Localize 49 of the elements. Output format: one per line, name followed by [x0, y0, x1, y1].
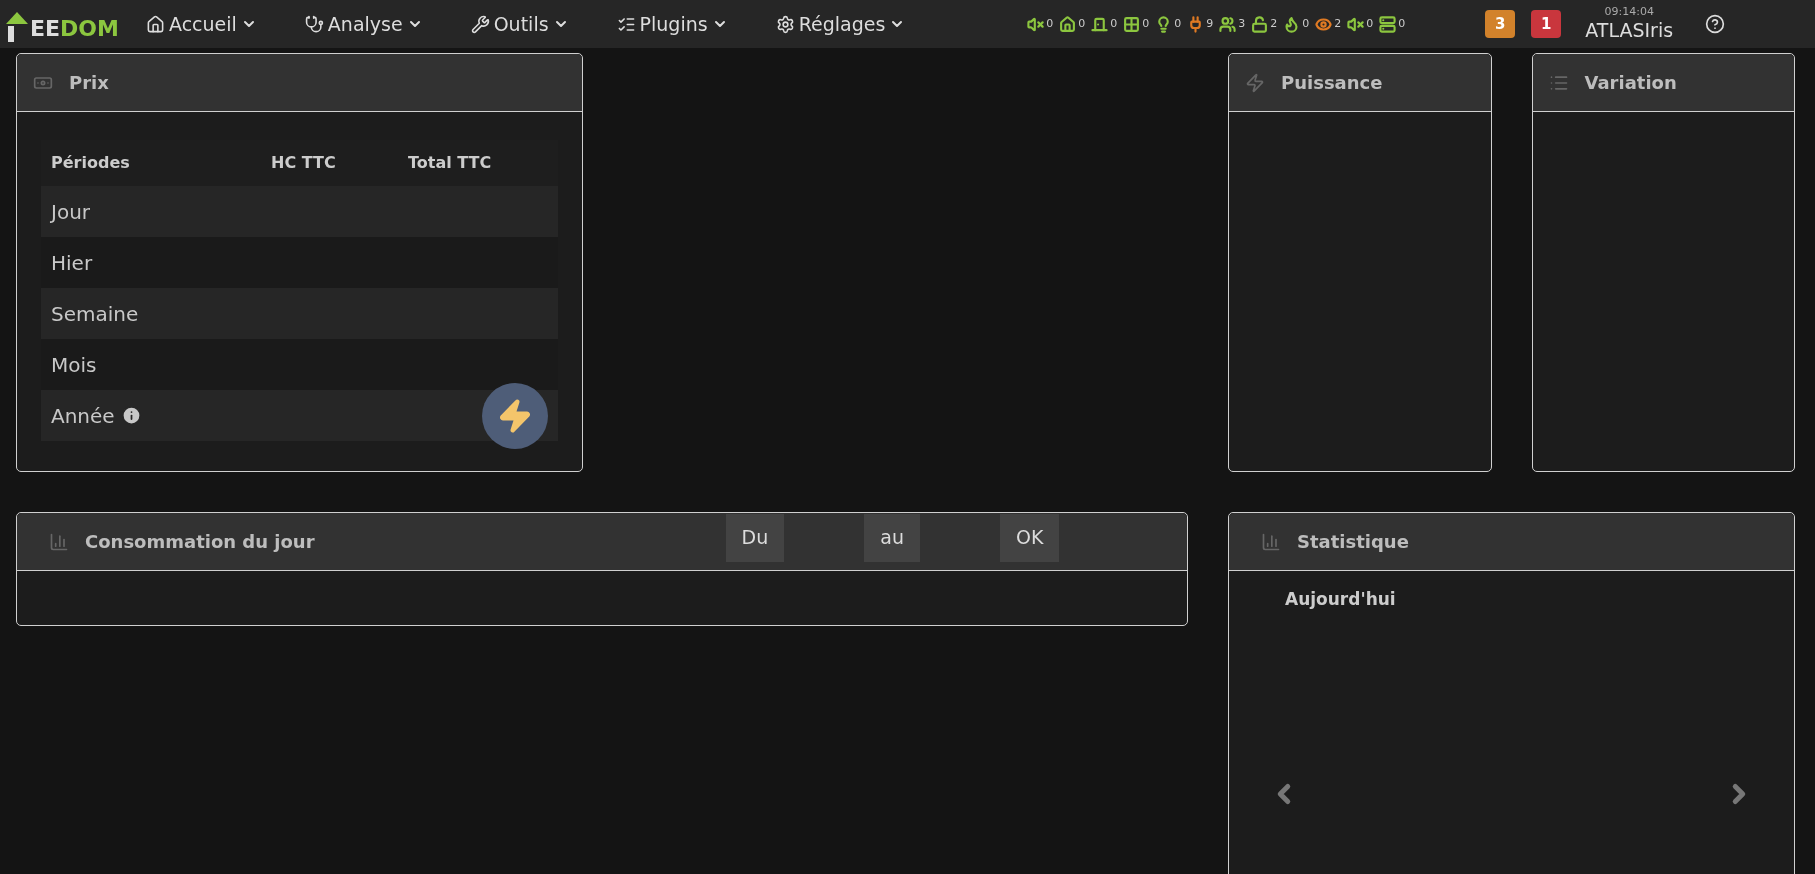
panel-title: Prix — [69, 71, 109, 95]
row-label: Mois — [51, 351, 97, 379]
summary-item[interactable]: 9 — [1187, 15, 1214, 33]
wrench-icon — [470, 14, 490, 34]
nav-menu[interactable]: Analyse — [288, 9, 439, 39]
lightning-icon — [1245, 72, 1265, 93]
summary-item[interactable]: 3 — [1219, 15, 1246, 33]
clock: 09:14:04 — [1604, 5, 1654, 19]
summary-item[interactable]: 0 — [1347, 15, 1374, 33]
stethoscope-icon — [304, 14, 324, 34]
row-label: Jour — [51, 198, 91, 226]
nav-menu[interactable]: Réglages — [759, 9, 922, 39]
gear-icon — [775, 14, 795, 34]
column-header: HC TTC — [271, 152, 337, 174]
summary-item[interactable]: 0 — [1283, 15, 1310, 33]
panel-title: Statistique — [1297, 530, 1409, 554]
summary-item[interactable]: 2 — [1251, 15, 1278, 33]
panel-title: Variation — [1584, 71, 1677, 95]
summary-item[interactable]: 0 — [1155, 15, 1182, 33]
summary-item[interactable]: 0 — [1091, 15, 1118, 33]
column-header: Total TTC — [408, 152, 493, 174]
row-label: Année — [51, 402, 115, 430]
summary-item[interactable]: 0 — [1059, 15, 1086, 33]
summary-item[interactable]: 0 — [1379, 15, 1406, 33]
house-icon — [146, 14, 165, 34]
notification-badge[interactable]: 1 — [1531, 10, 1562, 38]
house-logo-icon — [4, 10, 30, 44]
bar-chart-icon — [1261, 531, 1281, 552]
summary-item[interactable]: 0 — [1123, 15, 1150, 33]
summary-item[interactable]: 2 — [1315, 15, 1342, 33]
row-label: Hier — [51, 249, 93, 277]
date-button[interactable]: au — [864, 513, 920, 562]
date-button[interactable]: OK — [999, 513, 1060, 562]
column-header: Périodes — [51, 152, 131, 174]
period-label: Aujourd'hui — [1285, 588, 1397, 611]
bar-chart-icon — [49, 531, 69, 552]
nav-menu[interactable]: Plugins — [600, 9, 744, 39]
logo[interactable]: EEDOM — [0, 4, 130, 44]
row-label: Semaine — [51, 300, 139, 328]
help-icon[interactable] — [1705, 14, 1726, 34]
info-icon[interactable] — [120, 405, 142, 426]
summary-item[interactable]: 0 — [1027, 15, 1054, 33]
nav-menu[interactable]: Outils — [454, 9, 585, 39]
user-name[interactable]: ATLASIris — [1585, 19, 1674, 43]
panel-title: Consommation du jour — [85, 530, 315, 554]
date-button[interactable]: Du — [725, 513, 785, 562]
lightning-icon — [497, 397, 533, 434]
nav-menu[interactable]: Accueil — [130, 9, 273, 39]
panel-title: Puissance — [1281, 71, 1383, 95]
